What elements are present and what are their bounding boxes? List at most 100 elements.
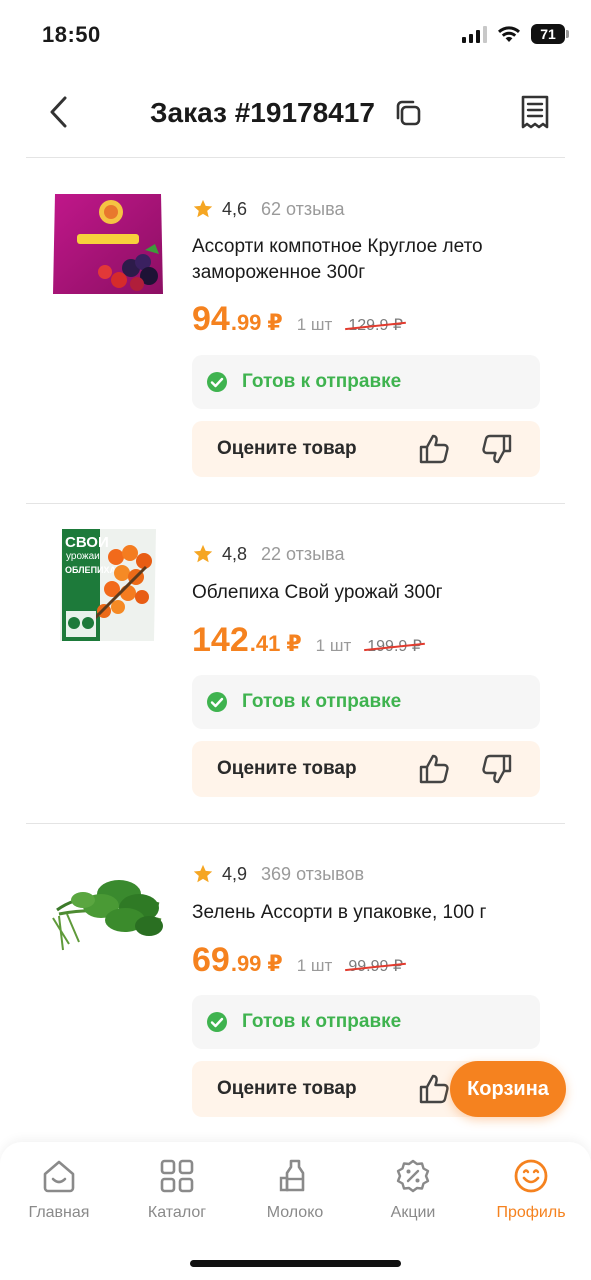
price-currency: ₽ xyxy=(267,310,283,335)
divider xyxy=(26,503,565,504)
greens-image xyxy=(52,880,163,951)
quantity: 1 шт xyxy=(296,956,333,975)
rating-row: 4,8 22 отзыва xyxy=(192,543,344,565)
discount-icon xyxy=(393,1156,433,1196)
tab-label: Акции xyxy=(390,1204,436,1221)
old-price: 99.99 ₽ xyxy=(348,958,404,975)
tab-label: Каталог xyxy=(147,1204,207,1221)
star-icon xyxy=(193,544,213,563)
rate-product-box: Оцените товар xyxy=(192,421,540,477)
thumbs-down-icon xyxy=(482,754,512,784)
thumbs-up-icon xyxy=(419,754,449,784)
old-price: 129.9 ₽ xyxy=(348,317,404,334)
signal-icon xyxy=(462,25,487,43)
wifi-icon xyxy=(498,26,520,42)
check-circle-icon xyxy=(207,372,227,392)
reviews-link[interactable]: 22 отзыва xyxy=(261,544,344,565)
rating-value: 4,6 xyxy=(222,198,248,219)
check-circle-icon xyxy=(207,692,227,712)
catalog-icon xyxy=(157,1156,197,1196)
price-currency: ₽ xyxy=(286,631,302,656)
rating-row: 4,6 62 отзыва xyxy=(192,198,344,220)
price-fraction: .41 xyxy=(249,631,281,656)
reviews-link[interactable]: 62 отзыва xyxy=(261,199,344,220)
receipt-button[interactable] xyxy=(515,90,555,134)
battery-indicator: 71 xyxy=(531,24,569,44)
chevron-left-icon xyxy=(50,96,67,128)
order-status: Готов к отправке xyxy=(192,355,540,409)
tab-discounts[interactable]: Акции xyxy=(358,1156,468,1222)
price-integer: 69 xyxy=(192,941,230,979)
quantity: 1 шт xyxy=(296,315,333,334)
tab-milk[interactable]: Молоко xyxy=(240,1156,350,1222)
star-icon xyxy=(193,864,213,883)
thumbs-up-button[interactable] xyxy=(414,1069,454,1109)
rating-row: 4,9 369 отзывов xyxy=(192,863,364,885)
tab-label: Молоко xyxy=(266,1204,324,1221)
rate-label: Оцените товар xyxy=(217,438,357,459)
receipt-icon xyxy=(521,95,549,129)
thumbs-up-button[interactable] xyxy=(414,429,454,469)
price-fraction: .99 xyxy=(230,310,262,335)
check-circle-icon xyxy=(207,1012,227,1032)
tab-home[interactable]: Главная xyxy=(4,1156,114,1222)
home-icon xyxy=(39,1156,79,1196)
profile-icon xyxy=(511,1156,551,1196)
order-status: Готов к отправке xyxy=(192,675,540,729)
price-integer: 94 xyxy=(192,300,230,338)
title-wrap: Заказ #19178417 xyxy=(150,96,425,130)
price-row: 142 .41 ₽ 1 шт 199.9 ₽ xyxy=(192,621,422,660)
copy-button[interactable] xyxy=(391,96,425,130)
product-name[interactable]: Ассорти компотное Круглое лето заморожен… xyxy=(192,234,552,286)
price-row: 69 .99 ₽ 1 шт 99.99 ₽ xyxy=(192,941,403,980)
rating-value: 4,8 xyxy=(222,543,248,564)
status-icons: 71 xyxy=(462,24,569,44)
tab-label: Главная xyxy=(28,1204,90,1221)
quantity: 1 шт xyxy=(315,636,352,655)
old-price: 199.9 ₽ xyxy=(367,638,422,655)
rating-value: 4,9 xyxy=(222,863,248,884)
back-button[interactable] xyxy=(36,90,80,134)
berry-package-image xyxy=(53,194,163,294)
home-indicator xyxy=(190,1260,401,1267)
status-text: Готов к отправке xyxy=(242,1011,402,1032)
price-fraction: .99 xyxy=(230,951,262,976)
rate-label: Оцените товар xyxy=(217,758,357,779)
product-name[interactable]: Облепиха Свой урожай 300г xyxy=(192,580,552,606)
package-sub: урожаи xyxy=(66,551,100,562)
sea-buckthorn-package-image: СВОИ урожаи ОБЛЕПИХА xyxy=(60,529,156,641)
header: Заказ #19178417 xyxy=(0,78,591,158)
thumbs-up-icon xyxy=(419,434,449,464)
reviews-link[interactable]: 369 отзывов xyxy=(261,864,364,885)
status-text: Готов к отправке xyxy=(242,371,402,392)
thumbs-down-button[interactable] xyxy=(477,749,517,789)
product-name[interactable]: Зелень Ассорти в упаковке, 100 г xyxy=(192,900,552,926)
rate-product-box: Оцените товар xyxy=(192,741,540,797)
milk-icon xyxy=(275,1156,315,1196)
thumbs-up-icon xyxy=(419,1074,449,1104)
status-time: 18:50 xyxy=(42,22,101,47)
thumbs-down-icon xyxy=(482,434,512,464)
status-bar: 18:50 71 xyxy=(0,0,591,70)
package-product: ОБЛЕПИХА xyxy=(65,565,117,575)
thumbs-up-button[interactable] xyxy=(414,749,454,789)
star-icon xyxy=(193,199,213,218)
status-text: Готов к отправке xyxy=(242,691,402,712)
header-divider xyxy=(26,157,565,158)
order-status: Готов к отправке xyxy=(192,995,540,1049)
page-title: Заказ #19178417 xyxy=(150,97,375,128)
price-row: 94 .99 ₽ 1 шт 129.9 ₽ xyxy=(192,300,403,339)
package-brand: СВОИ xyxy=(65,534,109,551)
price-currency: ₽ xyxy=(267,951,283,976)
product-image-berries[interactable] xyxy=(46,188,170,302)
divider xyxy=(26,823,565,824)
tab-catalog[interactable]: Каталог xyxy=(122,1156,232,1222)
cart-button[interactable]: Корзина xyxy=(450,1061,566,1117)
rate-label: Оцените товар xyxy=(217,1078,357,1099)
thumbs-down-button[interactable] xyxy=(477,429,517,469)
copy-icon xyxy=(396,100,421,126)
tab-profile[interactable]: Профиль xyxy=(476,1156,586,1222)
tab-label: Профиль xyxy=(496,1204,566,1221)
product-image-greens[interactable] xyxy=(46,852,170,966)
product-image-sea-buckthorn[interactable]: СВОИ урожаи ОБЛЕПИХА xyxy=(46,528,170,642)
